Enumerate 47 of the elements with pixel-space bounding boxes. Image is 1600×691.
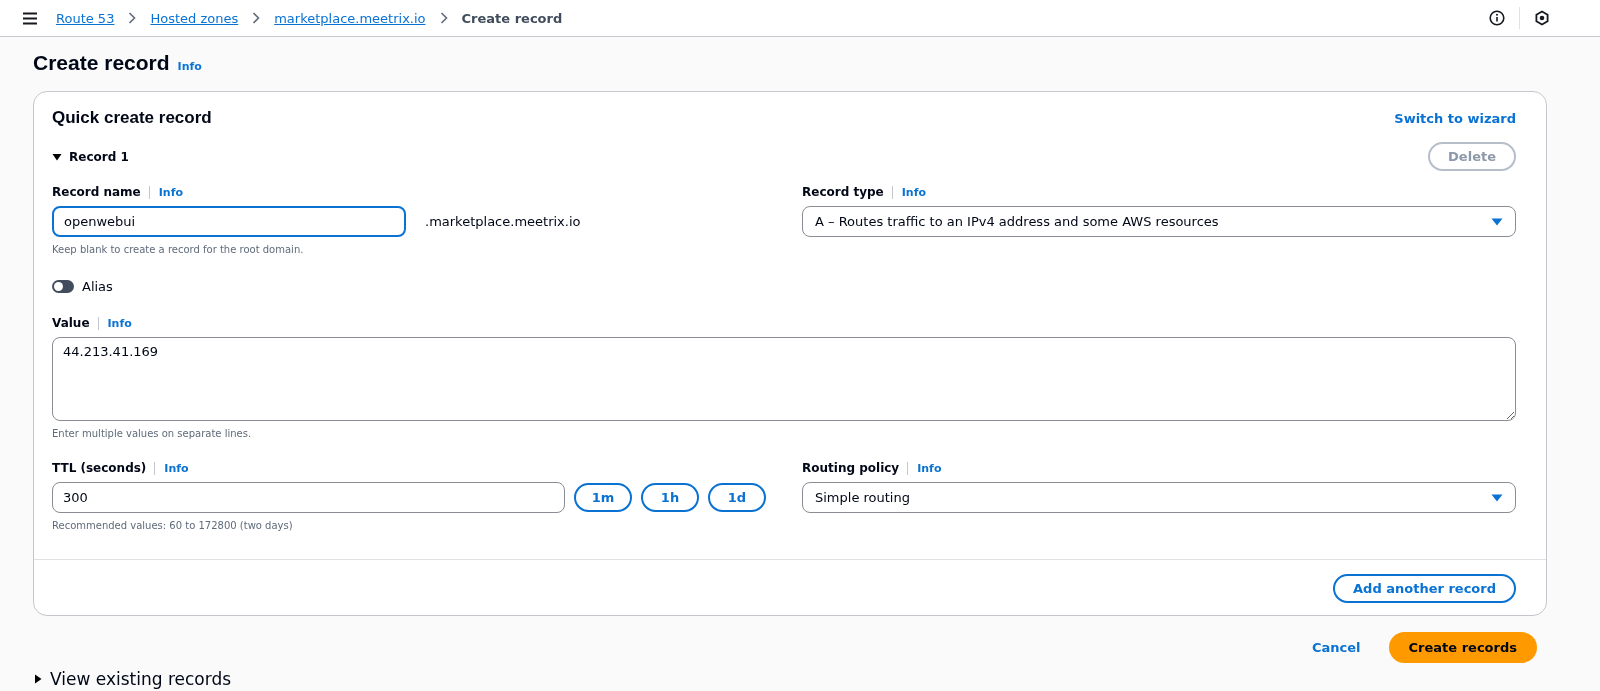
menu-icon[interactable] (22, 11, 38, 25)
card-title: Quick create record (52, 108, 212, 128)
hexagon-icon[interactable] (1534, 10, 1550, 26)
current-page-label: Create record (461, 10, 563, 26)
breadcrumb-link[interactable]: Route 53 (56, 10, 115, 26)
alias-toggle[interactable] (52, 280, 74, 293)
chevron-right-icon (128, 12, 137, 24)
caret-down-icon (1491, 217, 1503, 226)
field-hint: Enter multiple values on separate lines. (52, 428, 253, 439)
info-link[interactable]: Info (154, 461, 189, 475)
breadcrumb-link[interactable]: Hosted zones (150, 10, 239, 26)
create-records-button[interactable]: Create records (1388, 632, 1537, 663)
switch-to-wizard-link[interactable]: Switch to wizard (1394, 110, 1516, 126)
cancel-link[interactable]: Cancel (1312, 640, 1361, 655)
toggle-label: Alias (82, 279, 113, 294)
breadcrumb-link[interactable]: marketplace.meetrix.io (274, 10, 426, 26)
info-link[interactable]: Info (891, 185, 926, 199)
field-hint: Recommended values: 60 to 172800 (two days) (52, 520, 294, 531)
ttl-preset-button[interactable]: 1m (574, 483, 632, 512)
caret-icon (33, 674, 43, 684)
field-hint: Keep blank to create a record for the root domain. (52, 244, 305, 255)
record-name-input[interactable]: openwebui (52, 206, 406, 237)
field-label: Record type (802, 185, 884, 199)
routing-policy-select[interactable]: Simple routing (802, 482, 1516, 513)
chevron-right-icon (439, 12, 448, 24)
chevron-right-icon (252, 12, 261, 24)
ttl-input[interactable]: 300 (52, 482, 565, 513)
page-title: Create record (33, 51, 170, 75)
add-record-button[interactable]: Add another record (1333, 574, 1516, 603)
field-label: Routing policy (802, 461, 900, 475)
field-label: TTL (seconds) (52, 461, 147, 475)
field-label: Value (52, 316, 90, 330)
record-expander[interactable]: Record 1 (52, 149, 129, 164)
record-type-select[interactable]: A – Routes traffic to an IPv4 address and some AWS resources (802, 206, 1516, 237)
value-textarea[interactable]: 44.213.41.169 (52, 337, 1516, 421)
domain-suffix: .marketplace.meetrix.io (425, 214, 581, 229)
info-link[interactable]: Info (907, 461, 942, 475)
ttl-preset-button[interactable]: 1d (708, 483, 766, 512)
info-link[interactable]: Info (97, 316, 132, 330)
existing-records-expander[interactable]: View existing records (33, 669, 232, 689)
caret-down-icon (1491, 493, 1503, 502)
field-label: Record name (52, 185, 141, 199)
info-link[interactable]: Info (177, 60, 202, 73)
caret-icon (52, 151, 62, 162)
info-icon[interactable] (1489, 10, 1505, 26)
ttl-preset-button[interactable]: 1h (641, 483, 699, 512)
info-link[interactable]: Info (148, 185, 183, 199)
